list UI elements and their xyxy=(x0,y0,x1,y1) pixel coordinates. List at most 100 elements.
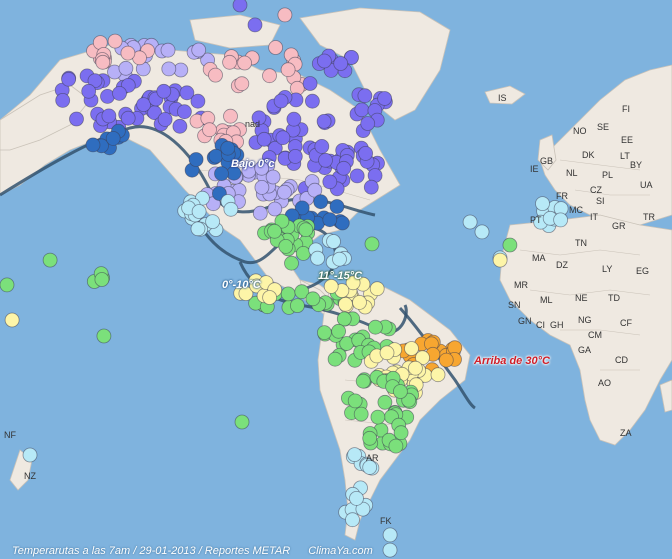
station-marker[interactable] xyxy=(353,406,369,422)
station-marker[interactable] xyxy=(345,512,360,528)
station-marker[interactable] xyxy=(222,54,238,70)
station-marker[interactable] xyxy=(69,111,84,127)
station-marker[interactable] xyxy=(55,93,71,108)
station-marker[interactable] xyxy=(333,56,349,71)
station-marker[interactable] xyxy=(191,42,207,58)
station-marker[interactable] xyxy=(101,108,117,124)
station-marker[interactable] xyxy=(332,251,347,267)
station-marker[interactable] xyxy=(322,212,338,228)
station-marker[interactable] xyxy=(112,86,127,101)
station-marker[interactable] xyxy=(327,351,343,367)
station-marker[interactable] xyxy=(254,179,270,195)
station-marker[interactable] xyxy=(363,179,379,195)
station-marker[interactable] xyxy=(357,88,373,104)
station-marker[interactable] xyxy=(360,116,376,131)
station-marker[interactable] xyxy=(287,148,303,164)
station-marker[interactable] xyxy=(191,204,207,219)
station-marker[interactable] xyxy=(313,194,329,210)
station-marker[interactable] xyxy=(85,137,101,153)
station-marker[interactable] xyxy=(267,223,282,239)
station-marker[interactable] xyxy=(22,447,38,463)
station-marker[interactable] xyxy=(262,68,277,84)
station-marker[interactable] xyxy=(280,62,296,78)
station-marker[interactable] xyxy=(95,54,111,70)
station-marker[interactable] xyxy=(352,294,367,310)
station-marker[interactable] xyxy=(61,71,76,87)
station-marker[interactable] xyxy=(314,138,330,154)
station-marker[interactable] xyxy=(289,298,305,314)
station-marker[interactable] xyxy=(382,542,398,558)
station-marker[interactable] xyxy=(276,184,292,200)
station-marker[interactable] xyxy=(237,55,253,71)
station-marker[interactable] xyxy=(305,291,321,307)
station-marker[interactable] xyxy=(96,328,112,344)
station-marker[interactable] xyxy=(334,215,350,231)
station-marker[interactable] xyxy=(331,323,347,339)
station-marker[interactable] xyxy=(338,296,353,312)
station-marker[interactable] xyxy=(160,42,176,58)
station-marker[interactable] xyxy=(316,114,332,129)
station-marker[interactable] xyxy=(268,40,284,55)
station-marker[interactable] xyxy=(202,122,217,138)
station-marker[interactable] xyxy=(161,61,177,77)
station-marker[interactable] xyxy=(105,130,121,146)
station-marker[interactable] xyxy=(286,111,302,127)
station-marker[interactable] xyxy=(298,222,314,238)
station-marker[interactable] xyxy=(322,174,338,190)
station-marker[interactable] xyxy=(265,169,281,185)
station-marker[interactable] xyxy=(553,212,568,228)
station-marker[interactable] xyxy=(367,319,383,335)
station-marker[interactable] xyxy=(0,277,15,293)
weather-map[interactable]: IS FI SE NO EE GB DK LT IE NL PL BY FR CZ UA MC SI IT PT GR… xyxy=(0,0,672,559)
station-marker[interactable] xyxy=(188,152,204,167)
station-marker[interactable] xyxy=(392,384,408,399)
station-marker[interactable] xyxy=(208,67,223,83)
station-marker[interactable] xyxy=(318,152,333,168)
station-marker[interactable] xyxy=(492,252,508,268)
station-marker[interactable] xyxy=(377,91,393,106)
station-marker[interactable] xyxy=(354,102,370,118)
station-marker[interactable] xyxy=(349,490,364,506)
station-marker[interactable] xyxy=(377,394,393,410)
station-marker[interactable] xyxy=(474,224,490,240)
footer-brand[interactable]: ClimaYa.com xyxy=(308,545,373,557)
station-marker[interactable] xyxy=(277,7,293,23)
station-marker[interactable] xyxy=(156,83,172,99)
station-marker[interactable] xyxy=(370,409,386,425)
station-marker[interactable] xyxy=(190,93,206,109)
station-marker[interactable] xyxy=(316,53,332,69)
station-marker[interactable] xyxy=(438,352,454,368)
station-marker[interactable] xyxy=(223,108,238,124)
station-marker[interactable] xyxy=(81,83,97,99)
station-marker[interactable] xyxy=(176,104,192,120)
station-marker[interactable] xyxy=(273,93,289,109)
station-marker[interactable] xyxy=(118,60,134,76)
station-marker[interactable] xyxy=(120,45,136,61)
station-marker[interactable] xyxy=(190,221,206,237)
station-marker[interactable] xyxy=(157,112,173,127)
station-marker[interactable] xyxy=(247,17,263,33)
station-marker[interactable] xyxy=(172,118,188,134)
station-marker[interactable] xyxy=(316,325,332,341)
station-marker[interactable] xyxy=(280,286,296,302)
station-marker[interactable] xyxy=(232,0,248,13)
station-marker[interactable] xyxy=(388,438,404,454)
station-marker[interactable] xyxy=(430,367,446,383)
station-marker[interactable] xyxy=(136,97,152,112)
station-marker[interactable] xyxy=(347,447,363,463)
station-marker[interactable] xyxy=(364,236,380,252)
station-marker[interactable] xyxy=(404,341,419,356)
station-marker[interactable] xyxy=(336,160,352,176)
station-marker[interactable] xyxy=(326,234,341,249)
station-marker[interactable] xyxy=(94,272,110,287)
station-marker[interactable] xyxy=(107,33,123,49)
station-marker[interactable] xyxy=(42,252,58,268)
station-marker[interactable] xyxy=(223,201,239,217)
station-marker[interactable] xyxy=(382,527,398,543)
station-marker[interactable] xyxy=(349,168,365,184)
station-marker[interactable] xyxy=(267,201,283,217)
station-marker[interactable] xyxy=(304,93,320,109)
station-marker[interactable] xyxy=(336,311,352,327)
station-marker[interactable] xyxy=(369,281,385,297)
station-marker[interactable] xyxy=(358,145,374,161)
